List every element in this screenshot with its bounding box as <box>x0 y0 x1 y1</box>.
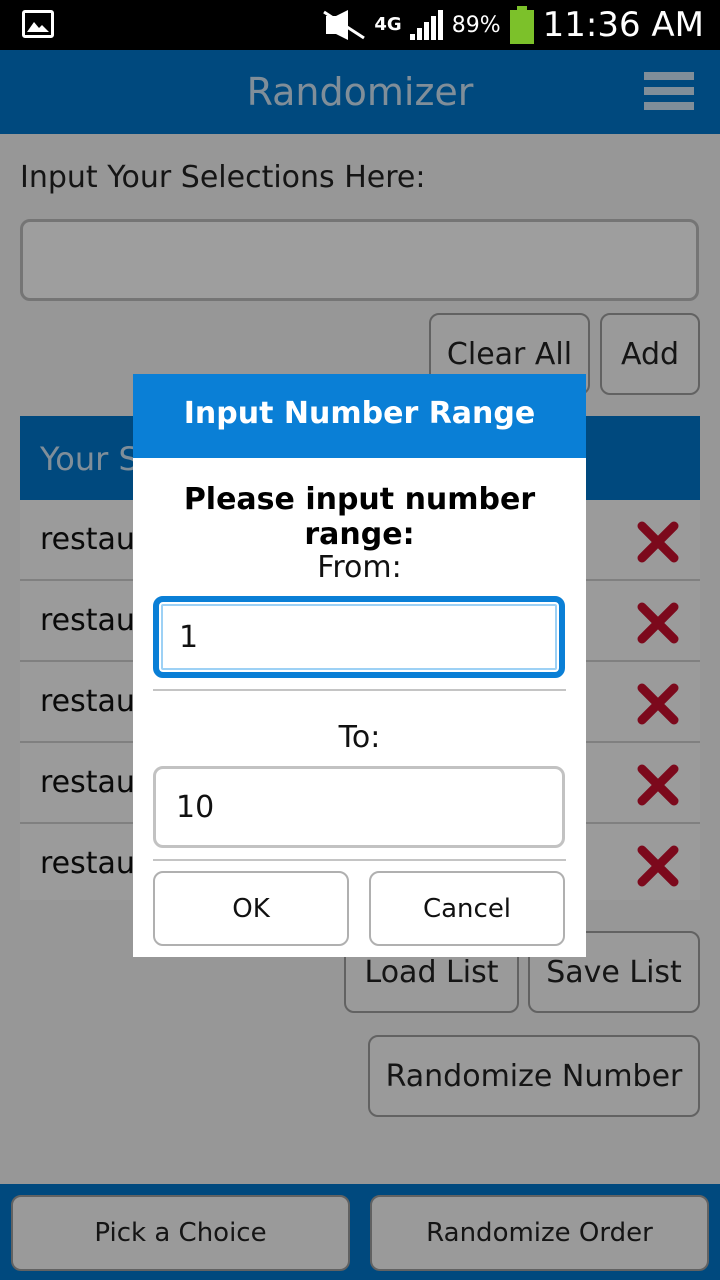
cancel-button[interactable]: Cancel <box>369 871 565 946</box>
from-field[interactable] <box>153 596 565 678</box>
to-field[interactable] <box>153 766 565 848</box>
status-bar: 4G 89% 11:36 AM <box>0 0 720 50</box>
divider <box>153 689 566 691</box>
network-type: 4G <box>374 14 402 35</box>
to-label: To: <box>338 720 381 755</box>
clock: 11:36 AM <box>542 5 704 45</box>
number-range-dialog: Input Number Range Please input number r… <box>133 374 586 957</box>
mute-icon <box>323 10 366 40</box>
battery-icon <box>509 6 534 44</box>
dialog-prompt: Please input number range: <box>183 482 536 552</box>
battery-percent: 89% <box>451 12 501 38</box>
image-notification-icon <box>22 10 54 38</box>
dialog-header: Input Number Range <box>133 374 586 458</box>
from-label: From: <box>317 550 402 585</box>
ok-button[interactable]: OK <box>153 871 349 946</box>
dialog-title: Input Number Range <box>183 396 536 431</box>
divider <box>153 859 566 861</box>
signal-icon <box>409 10 443 40</box>
